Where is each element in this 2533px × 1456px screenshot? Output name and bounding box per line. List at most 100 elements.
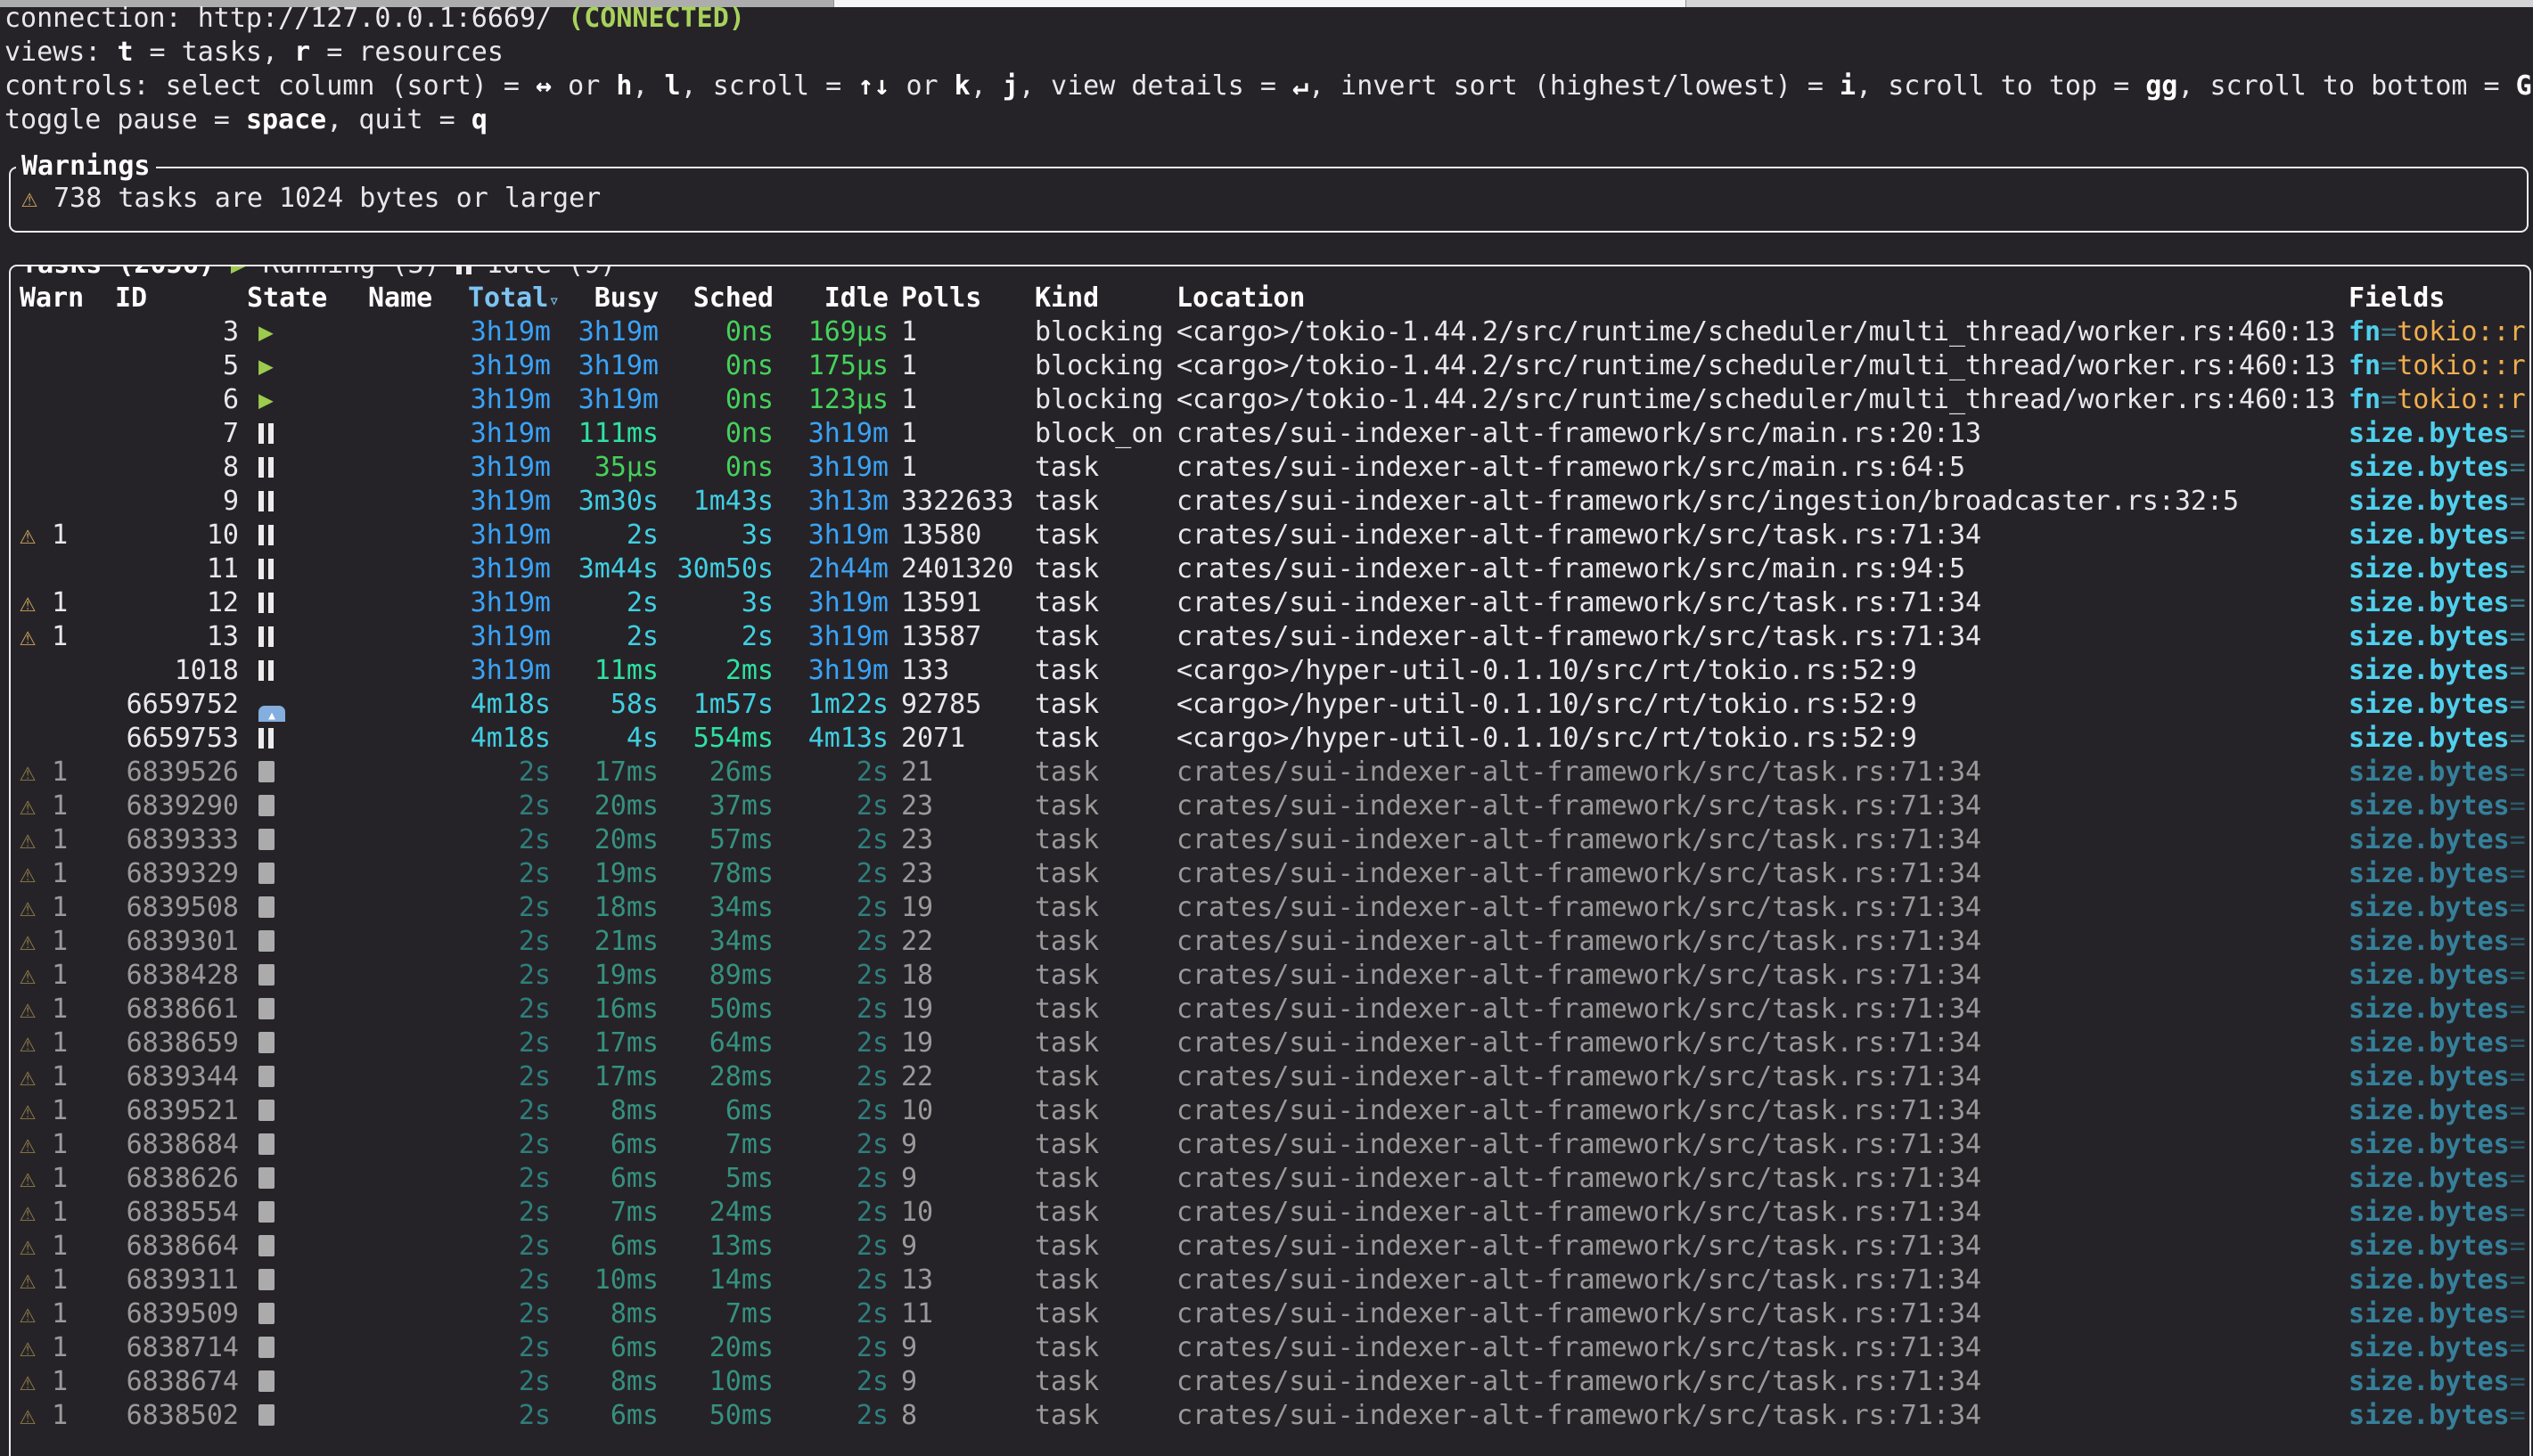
column-header-busy[interactable]: Busy — [551, 282, 659, 315]
cell-fields: fn=tokio::r — [2335, 315, 2529, 349]
busy-duration: 8ms — [611, 1298, 659, 1329]
cell-state — [239, 1230, 355, 1264]
total-duration: 3h19m — [471, 621, 551, 652]
task-row[interactable]: ⚠ 168386842s6ms7ms2s9taskcrates/sui-inde… — [11, 1128, 2529, 1162]
cell-warn — [11, 451, 96, 485]
field-name: size.bytes — [2349, 1095, 2510, 1126]
field-name: size.bytes — [2349, 1298, 2510, 1329]
total-duration: 2s — [519, 960, 551, 991]
task-row[interactable]: ⚠ 168387142s6ms20ms2s9taskcrates/sui-ind… — [11, 1331, 2529, 1365]
task-row[interactable]: ⚠ 168385022s6ms50ms2s8taskcrates/sui-ind… — [11, 1399, 2529, 1433]
task-row[interactable]: 3▶3h19m3h19m0ns169µs1blocking<cargo>/tok… — [11, 315, 2529, 349]
warning-icon: ⚠ — [20, 757, 36, 788]
cell-fields: size.bytes= — [2335, 823, 2529, 857]
column-header-id[interactable]: ID — [96, 282, 239, 315]
field-name: size.bytes — [2349, 655, 2510, 686]
field-equals: = — [2510, 1027, 2526, 1059]
cell-task-id: 6 — [96, 383, 239, 417]
column-header-polls[interactable]: Polls — [889, 282, 1023, 315]
idle-duration: 2s — [857, 926, 889, 957]
text-segment: = resources — [310, 37, 504, 68]
field-equals: = — [2510, 519, 2526, 551]
column-header-name[interactable]: Name — [355, 282, 450, 315]
cell-name — [355, 485, 450, 519]
task-row[interactable]: ⚠ 168395212s8ms6ms2s10taskcrates/sui-ind… — [11, 1094, 2529, 1128]
cell-warn — [11, 383, 96, 417]
cell-fields: size.bytes= — [2335, 959, 2529, 993]
task-row[interactable]: ⚠ 168393292s19ms78ms2s23taskcrates/sui-i… — [11, 857, 2529, 891]
cell-name — [355, 1399, 450, 1433]
sched-duration: 28ms — [709, 1061, 774, 1092]
cell-idle: 2s — [774, 1060, 889, 1094]
idle-duration: 2h44m — [808, 553, 889, 585]
column-header-state[interactable]: State — [239, 282, 355, 315]
sched-duration: 0ns — [725, 418, 774, 449]
cell-warn: ⚠ 1 — [11, 1264, 96, 1297]
cell-kind: task — [1023, 789, 1166, 823]
task-row[interactable]: ⚠ 1133h19m2s2s3h19m13587taskcrates/sui-i… — [11, 620, 2529, 654]
column-header-total[interactable]: Total▿ — [450, 282, 551, 315]
task-row[interactable]: ⚠ 168386742s8ms10ms2s9taskcrates/sui-ind… — [11, 1365, 2529, 1399]
sched-duration: 50ms — [709, 994, 774, 1025]
warning-icon: ⚠ — [20, 1027, 36, 1059]
column-header-kind[interactable]: Kind — [1023, 282, 1166, 315]
column-header-warn[interactable]: Warn — [11, 282, 96, 315]
cell-state — [239, 519, 355, 552]
task-row[interactable]: 5▶3h19m3h19m0ns175µs1blocking<cargo>/tok… — [11, 349, 2529, 383]
cell-location: crates/sui-indexer-alt-framework/src/tas… — [1166, 519, 2335, 552]
cell-busy: 17ms — [551, 1060, 659, 1094]
cell-warn — [11, 688, 96, 722]
task-row[interactable]: ⚠ 168393332s20ms57ms2s23taskcrates/sui-i… — [11, 823, 2529, 857]
task-row[interactable]: 73h19m111ms0ns3h19m1block_oncrates/sui-i… — [11, 417, 2529, 451]
task-row[interactable]: ⚠ 168386262s6ms5ms2s9taskcrates/sui-inde… — [11, 1162, 2529, 1196]
cell-warn — [11, 315, 96, 349]
task-row[interactable]: ⚠ 168395262s17ms26ms2s21taskcrates/sui-i… — [11, 756, 2529, 789]
cell-state — [239, 1399, 355, 1433]
busy-duration: 6ms — [611, 1332, 659, 1363]
task-row[interactable]: ⚠ 168385542s7ms24ms2s10taskcrates/sui-in… — [11, 1196, 2529, 1230]
cell-polls: 8 — [889, 1399, 1023, 1433]
text-segment: ↵ — [1292, 70, 1308, 102]
total-duration: 3h19m — [471, 384, 551, 415]
column-header-idle[interactable]: Idle — [774, 282, 889, 315]
task-row[interactable]: ⚠ 168393112s10ms14ms2s13taskcrates/sui-i… — [11, 1264, 2529, 1297]
column-header-sched[interactable]: Sched — [659, 282, 774, 315]
task-row[interactable]: 6▶3h19m3h19m0ns123µs1blocking<cargo>/tok… — [11, 383, 2529, 417]
tasks-panel-title: Tasks (2056) ▶ Running (3) Idle (9) — [16, 265, 621, 282]
task-row[interactable]: 6659752▲▲4m18s58s1m57s1m22s92785task<car… — [11, 688, 2529, 722]
busy-duration: 18ms — [594, 892, 659, 923]
task-row[interactable]: 113h19m3m44s30m50s2h44m2401320taskcrates… — [11, 552, 2529, 586]
warning-icon: ⚠ — [20, 1129, 36, 1160]
task-row[interactable]: ⚠ 1123h19m2s3s3h19m13591taskcrates/sui-i… — [11, 586, 2529, 620]
task-row[interactable]: 83h19m35µs0ns3h19m1taskcrates/sui-indexe… — [11, 451, 2529, 485]
task-row[interactable]: 10183h19m11ms2ms3h19m133task<cargo>/hype… — [11, 654, 2529, 688]
task-row[interactable]: ⚠ 168386642s6ms13ms2s9taskcrates/sui-ind… — [11, 1230, 2529, 1264]
cell-fields: size.bytes= — [2335, 1060, 2529, 1094]
task-row[interactable]: ⚠ 168386612s16ms50ms2s19taskcrates/sui-i… — [11, 993, 2529, 1027]
task-row[interactable]: ⚠ 168386592s17ms64ms2s19taskcrates/sui-i… — [11, 1027, 2529, 1060]
task-row[interactable]: ⚠ 168392902s20ms37ms2s23taskcrates/sui-i… — [11, 789, 2529, 823]
task-row[interactable]: ⚠ 168393442s17ms28ms2s22taskcrates/sui-i… — [11, 1060, 2529, 1094]
task-row[interactable]: ⚠ 168395092s8ms7ms2s11taskcrates/sui-ind… — [11, 1297, 2529, 1331]
task-row[interactable]: ⚠ 1103h19m2s3s3h19m13580taskcrates/sui-i… — [11, 519, 2529, 552]
cell-total: 2s — [450, 1027, 551, 1060]
task-row[interactable]: ⚠ 168393012s21ms34ms2s22taskcrates/sui-i… — [11, 925, 2529, 959]
task-row[interactable]: ⚠ 168395082s18ms34ms2s19taskcrates/sui-i… — [11, 891, 2529, 925]
cell-name — [355, 620, 450, 654]
column-header-fields[interactable]: Fields — [2335, 282, 2529, 315]
task-row[interactable]: ⚠ 168384282s19ms89ms2s18taskcrates/sui-i… — [11, 959, 2529, 993]
sched-duration: 10ms — [709, 1366, 774, 1397]
field-value: tokio::r — [2397, 384, 2526, 415]
cell-idle: 2s — [774, 1128, 889, 1162]
busy-duration: 10ms — [594, 1264, 659, 1296]
field-equals: = — [2510, 587, 2526, 618]
cell-sched: 30m50s — [659, 552, 774, 586]
cell-polls: 13 — [889, 1264, 1023, 1297]
task-row[interactable]: 66597534m18s4s554ms4m13s2071task<cargo>/… — [11, 722, 2529, 756]
column-header-loc[interactable]: Location — [1166, 282, 2335, 315]
cell-state — [239, 823, 355, 857]
task-row[interactable]: 93h19m3m30s1m43s3h13m3322633taskcrates/s… — [11, 485, 2529, 519]
total-duration: 3h19m — [471, 316, 551, 348]
cell-total: 3h19m — [450, 451, 551, 485]
cell-kind: blocking — [1023, 383, 1166, 417]
